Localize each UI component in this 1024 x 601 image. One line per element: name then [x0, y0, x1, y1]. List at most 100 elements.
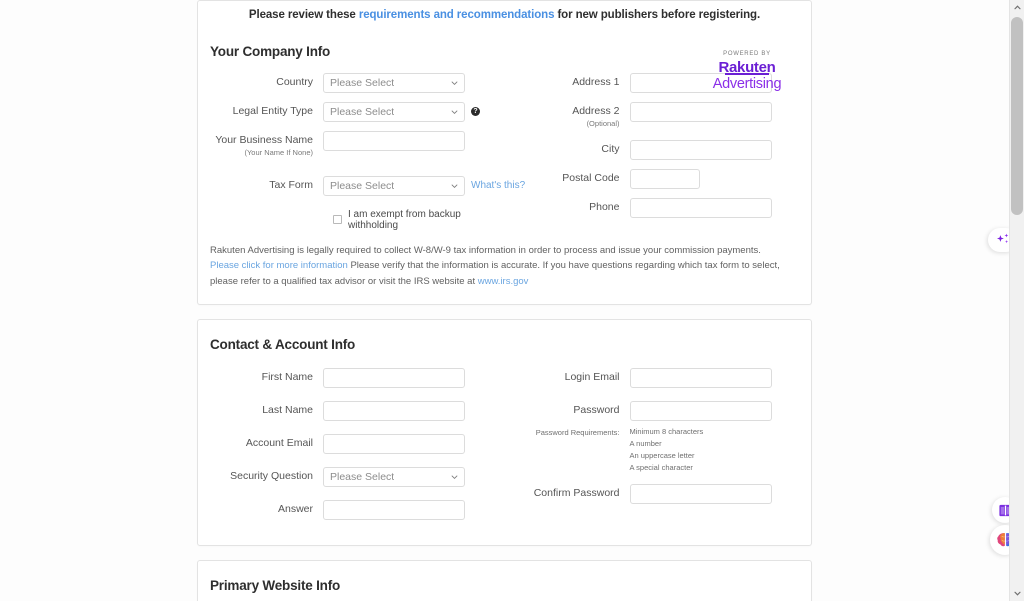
requirements-link[interactable]: requirements and recommendations — [359, 9, 555, 21]
label-business-name-sub: (Your Name If None) — [244, 148, 313, 158]
advertising-wordmark: Advertising — [712, 76, 782, 92]
label-last-name: Last Name — [262, 403, 313, 416]
field-confirm-password: Confirm Password — [505, 484, 812, 505]
chevron-down-icon — [451, 475, 458, 479]
disclaimer-text-1: Rakuten Advertising is legally required … — [210, 244, 761, 256]
control-answer — [323, 499, 465, 520]
label-phone: Phone — [589, 200, 620, 213]
password-requirement-item: An uppercase letter — [629, 450, 695, 460]
contact-left-column: First Name Last Name Account Email Secur… — [198, 367, 505, 529]
page-scrollbar[interactable] — [1009, 0, 1024, 601]
field-business-name: Your Business Name (Your Name If None) — [198, 131, 505, 158]
legal-entity-type-value: Please Select — [330, 106, 395, 118]
field-login-email: Login Email — [505, 367, 812, 388]
contact-account-title: Contact & Account Info — [210, 336, 356, 352]
password-requirements: Password Requirements: Minimum 8 charact… — [505, 427, 812, 472]
first-name-input[interactable] — [323, 367, 465, 388]
label-legal-entity-type: Legal Entity Type — [232, 105, 313, 117]
company-left-column: Country Please Select Legal Entity Type — [198, 73, 525, 237]
label-address2-sub: (Optional) — [586, 119, 620, 129]
tax-disclaimer: Rakuten Advertising is legally required … — [198, 237, 811, 290]
postal-code-input[interactable] — [629, 168, 700, 189]
field-account-email: Account Email — [198, 433, 505, 454]
chevron-up-icon — [1014, 5, 1021, 10]
label-postal-code: Postal Code — [562, 171, 620, 184]
field-country: Country Please Select — [198, 73, 505, 93]
chevron-down-icon — [451, 110, 458, 115]
control-password — [629, 400, 772, 421]
control-login-email — [629, 367, 772, 388]
field-first-name: First Name — [198, 367, 505, 388]
irs-gov-link[interactable]: www.irs.gov — [478, 276, 529, 287]
tax-form-select[interactable]: Please Select — [323, 175, 465, 196]
field-security-question: Security Question Please Select — [198, 466, 505, 487]
powered-by-logo: POWERED BY Rakuten Advertising — [697, 51, 797, 93]
company-right-column: Address 1 Address 2 (Optional) City Post… — [505, 73, 812, 237]
tax-form-value: Please Select — [330, 179, 395, 192]
label-confirm-password: Confirm Password — [533, 487, 620, 500]
company-info-card: Your Company Info POWERED BY Rakuten Adv… — [197, 27, 812, 305]
label-business-name-main: Your Business Name — [215, 134, 313, 146]
website-form-grid: Website Name URL (Include http://) — [198, 593, 811, 601]
password-input[interactable] — [629, 400, 772, 421]
password-requirements-label: Password Requirements: — [535, 427, 620, 437]
label-account-email: Account Email — [245, 436, 313, 449]
account-email-input[interactable] — [323, 433, 465, 454]
field-postal-code: Postal Code — [505, 168, 812, 189]
label-address2-main: Address 2 — [572, 105, 620, 117]
powered-by-label: POWERED BY — [723, 51, 771, 57]
answer-input[interactable] — [323, 499, 465, 520]
password-requirement-item: A special character — [629, 462, 693, 472]
scroll-down-arrow[interactable] — [1010, 586, 1024, 601]
phone-input[interactable] — [629, 197, 772, 218]
control-first-name — [323, 367, 465, 388]
legal-entity-type-select[interactable]: Please Select — [323, 102, 465, 122]
field-legal-entity-type: Legal Entity Type Please Select ? — [198, 102, 505, 122]
contact-form-grid: First Name Last Name Account Email Secur… — [198, 352, 811, 529]
backup-withholding-checkbox[interactable] — [333, 215, 342, 224]
control-city — [629, 139, 772, 160]
label-business-name: Your Business Name (Your Name If None) — [198, 131, 323, 158]
control-last-name — [323, 400, 465, 421]
notice-text-before: Please review these — [248, 9, 359, 21]
chevron-down-icon — [451, 81, 458, 86]
label-address1: Address 1 — [572, 76, 620, 88]
more-information-link[interactable]: Please click for more information — [210, 260, 348, 271]
confirm-password-input[interactable] — [629, 484, 772, 505]
field-city: City — [505, 139, 812, 160]
chevron-down-icon — [451, 183, 458, 188]
contact-account-card: Contact & Account Info First Name Last N… — [197, 318, 812, 546]
control-security-question: Please Select — [323, 466, 465, 487]
field-last-name: Last Name — [198, 400, 505, 421]
primary-website-title: Primary Website Info — [210, 577, 341, 593]
label-city: City — [601, 142, 620, 155]
control-business-name — [323, 131, 465, 151]
notice-text-after: for new publishers before registering. — [554, 9, 761, 21]
login-email-input[interactable] — [629, 367, 772, 388]
label-first-name: First Name — [261, 370, 313, 383]
address2-input[interactable] — [629, 102, 772, 122]
legal-entity-info-icon[interactable]: ? — [471, 107, 480, 116]
label-tax-form: Tax Form — [269, 178, 313, 191]
rakuten-wordmark: Rakuten — [718, 59, 776, 76]
field-address2: Address 2 (Optional) — [505, 102, 812, 129]
field-answer: Answer — [198, 499, 505, 520]
city-input[interactable] — [629, 139, 772, 160]
page-viewport[interactable]: Please review these requirements and rec… — [0, 0, 1009, 601]
security-question-value: Please Select — [330, 470, 395, 483]
security-question-select[interactable]: Please Select — [323, 466, 465, 487]
label-password: Password — [573, 403, 620, 416]
country-select[interactable]: Please Select — [323, 73, 465, 93]
control-account-email — [323, 433, 465, 454]
field-phone: Phone — [505, 197, 812, 218]
page-content: Please review these requirements and rec… — [0, 0, 1009, 601]
backup-withholding-row[interactable]: I am exempt from backup withholding — [333, 209, 505, 231]
label-country: Country — [276, 76, 313, 88]
last-name-input[interactable] — [323, 400, 465, 421]
label-login-email: Login Email — [564, 370, 620, 383]
control-tax-form: Please Select What's this? — [323, 175, 525, 196]
control-country: Please Select — [323, 73, 465, 93]
scrollbar-thumb[interactable] — [1011, 17, 1023, 215]
business-name-input[interactable] — [323, 131, 465, 151]
scroll-up-arrow[interactable] — [1010, 0, 1024, 15]
